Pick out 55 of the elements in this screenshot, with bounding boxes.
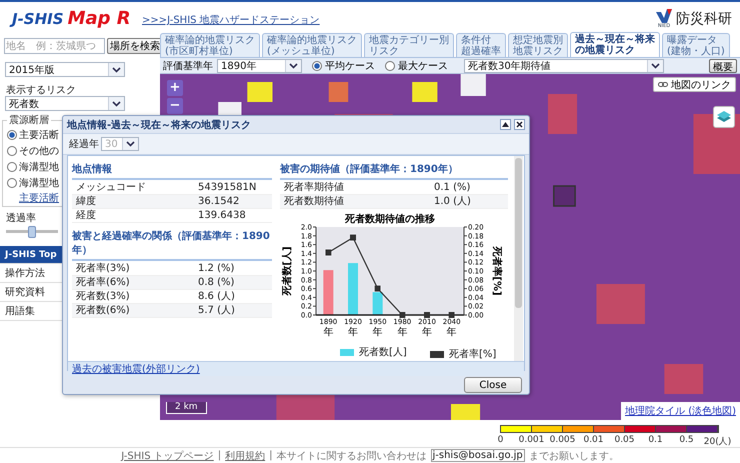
table-cell-text: 0.1 (%)	[434, 181, 472, 194]
chart-title: 死者数期待値の推移	[345, 214, 435, 225]
table-cell-text: 1.0 (人)	[434, 195, 472, 208]
logo-text: J-SHIS	[12, 10, 64, 28]
email-address: j-shis@bosai.go.jp	[430, 449, 525, 462]
legend-label: 0.5	[678, 435, 695, 447]
legend-label: 20(人)	[702, 436, 732, 448]
table-cell-text: 死者数(6%)	[76, 304, 131, 317]
field-label: 表示するリスク	[5, 84, 76, 96]
radio-label: 主要活断	[19, 128, 59, 142]
axis-title: 死者率[%]	[491, 246, 502, 296]
table-cell-text: 5.7 (人)	[198, 304, 236, 317]
section-heading: 被害の期待値（評価基準年：1890年）	[280, 160, 508, 180]
legend-label: 0	[496, 435, 504, 447]
slider-label: 透過率	[5, 212, 36, 224]
table-cell-text: 死者数期待値	[284, 195, 345, 208]
legend-label: 0.01	[582, 435, 605, 447]
dialog-title: 地点情報-過去～現在～将来の地震リスク	[67, 118, 252, 132]
legend-label: 0.005	[548, 435, 576, 447]
table-cell-text: 死者率期待値	[284, 181, 345, 194]
legend-label: 死者数[人]	[359, 346, 407, 359]
separator: |	[218, 450, 222, 461]
table-cell-text: メッシュコード	[76, 181, 147, 194]
contact-text: までお願いします。	[528, 450, 619, 462]
table-cell-text: 0.8 (%)	[198, 276, 236, 289]
table-cell-text: 139.6438	[198, 209, 247, 222]
logo-text: Map R	[68, 8, 131, 29]
section-heading: 被害と経過確率の関係（評価基準年：1890年）	[72, 227, 272, 261]
table-cell-text: 死者率(6%)	[76, 276, 131, 289]
section-heading: 地点情報	[72, 160, 272, 180]
table-cell-text: 54391581N	[198, 181, 258, 194]
table-cell-text: 8.6 (人)	[198, 290, 236, 303]
table-cell-text: 36.1542	[198, 195, 240, 208]
radio-label: 海溝型地	[19, 176, 59, 190]
table-cell-text: 1.2 (%)	[198, 262, 236, 275]
legend-label: 0.05	[613, 435, 636, 447]
axis-title: 死者数[人]	[282, 246, 293, 296]
table-cell-text: 死者数(3%)	[76, 290, 131, 303]
legend-label: 死者率[%]	[449, 348, 496, 361]
radio-label: 海溝型地	[19, 160, 59, 174]
separator: |	[269, 450, 272, 461]
org-name: 防災科研	[676, 10, 732, 28]
legend-label: 0.001	[518, 435, 546, 447]
field-label: 経過年	[69, 138, 99, 151]
legend-label: 0.1	[647, 435, 664, 447]
contact-text: 本サイトに関するお問い合わせは	[276, 450, 426, 462]
field-label: 評価基準年	[163, 60, 213, 72]
table-cell-text: 経度	[76, 209, 97, 222]
group-label: 震源断層	[8, 114, 50, 127]
scale-bar: 2 km	[166, 402, 207, 414]
radio-label: 平均ケース	[325, 60, 375, 72]
radio-label: 最大ケース	[398, 60, 448, 72]
radio-label: その他の	[19, 145, 59, 158]
table-cell-text: 死者率(3%)	[76, 262, 131, 275]
table-cell-text: 緯度	[76, 195, 97, 208]
